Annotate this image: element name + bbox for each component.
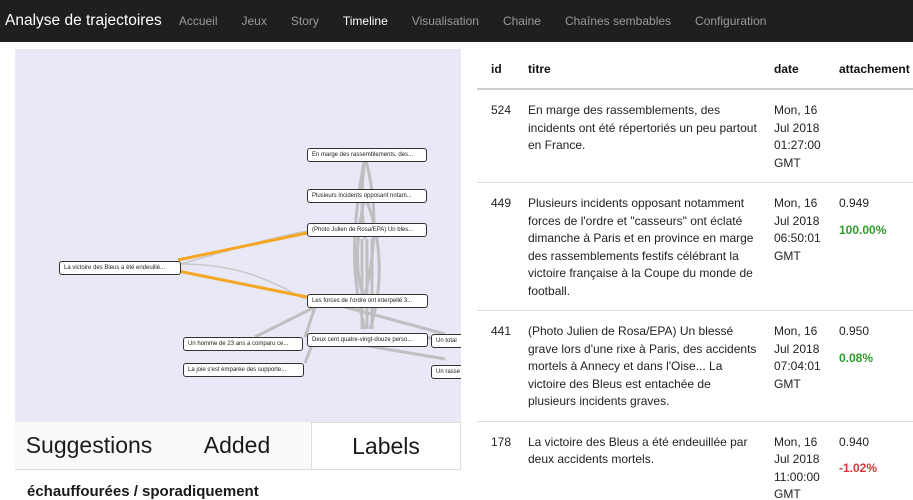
table-row[interactable]: 449 Plusieurs incidents opposant notamme…	[477, 182, 913, 311]
cell-attachement: 0.940 -1.02%	[835, 421, 913, 500]
attachment-score: 0.940	[839, 434, 870, 449]
table-header-row: id titre date attachement	[477, 49, 913, 90]
articles-table-container[interactable]: id titre date attachement 524 En marge d…	[477, 49, 913, 500]
graph-edge	[344, 305, 446, 336]
cell-titre: En marge des rassemblements, des inciden…	[514, 89, 770, 183]
cell-date: Mon, 16 Jul 2018 11:00:00 GMT	[770, 421, 835, 500]
graph-node[interactable]: La joie s'est emparée des supporte...	[183, 363, 304, 377]
cell-id: 524	[477, 89, 514, 183]
cell-id: 449	[477, 182, 514, 311]
graph-node[interactable]: (Photo Julien de Rosa/EPA) Un bles...	[307, 223, 427, 237]
cell-date: Mon, 16 Jul 2018 07:04:01 GMT	[770, 310, 835, 422]
articles-table: id titre date attachement 524 En marge d…	[477, 49, 913, 500]
graph-node[interactable]: Deux cent quatre-vingt-douze perso...	[307, 333, 428, 347]
top-navbar: Analyse de trajectoires Accueil Jeux Sto…	[0, 0, 913, 42]
trajectory-graph[interactable]: En marge des rassemblements, des... Plus…	[15, 49, 461, 422]
tab-added[interactable]: Added	[163, 422, 311, 469]
nav-item-story[interactable]: Story	[291, 14, 319, 28]
column-header-titre[interactable]: titre	[514, 49, 770, 90]
brand-title[interactable]: Analyse de trajectoires	[0, 12, 162, 30]
graph-node[interactable]: Plusieurs incidents opposant notam...	[307, 189, 427, 203]
graph-node[interactable]: Un rasse	[431, 365, 461, 379]
column-header-date[interactable]: date	[770, 49, 835, 90]
attachment-percentage: 100.00%	[839, 222, 887, 237]
attachment-score: 0.949	[839, 196, 870, 210]
graph-node[interactable]: Un total	[431, 334, 461, 348]
nav-item-chaines-sembables[interactable]: Chaînes sembables	[565, 14, 671, 28]
table-row[interactable]: 441 (Photo Julien de Rosa/EPA) Un blessé…	[477, 310, 913, 422]
cell-titre: (Photo Julien de Rosa/EPA) Un blessé gra…	[514, 310, 770, 422]
graph-node[interactable]: La victoire des Bleus a été endeuillé...	[59, 261, 181, 275]
graph-edge-highlight	[177, 269, 308, 299]
nav-item-timeline[interactable]: Timeline	[343, 14, 388, 28]
graph-node[interactable]: Un homme de 23 ans a comparu ce...	[183, 337, 303, 351]
nav-item-accueil[interactable]: Accueil	[179, 14, 218, 28]
cell-attachement	[835, 89, 913, 183]
table-row[interactable]: 524 En marge des rassemblements, des inc…	[477, 89, 913, 183]
cell-date: Mon, 16 Jul 2018 06:50:01 GMT	[770, 182, 835, 311]
attachment-percentage: 0.08%	[839, 350, 874, 365]
tab-suggestions[interactable]: Suggestions	[15, 422, 163, 469]
attachment-score: 0.950	[839, 324, 870, 338]
cell-titre: Plusieurs incidents opposant notamment f…	[514, 182, 770, 311]
nav-item-configuration[interactable]: Configuration	[695, 14, 766, 28]
cell-titre: La victoire des Bleus a été endeuillée p…	[514, 421, 770, 500]
nav-item-jeux[interactable]: Jeux	[242, 14, 267, 28]
graph-node[interactable]: En marge des rassemblements, des...	[307, 148, 427, 162]
panel-tabs: Suggestions Added Labels	[15, 422, 461, 469]
cell-date: Mon, 16 Jul 2018 01:27:00 GMT	[770, 89, 835, 183]
suggestion-heading: échauffourées / sporadiquement	[27, 483, 259, 500]
nav-item-chaine[interactable]: Chaine	[503, 14, 541, 28]
column-header-attachement[interactable]: attachement	[835, 49, 913, 90]
tabs-divider	[15, 469, 461, 470]
graph-edge-highlight	[177, 231, 308, 262]
nav-item-visualisation[interactable]: Visualisation	[412, 14, 479, 28]
cell-attachement: 0.949 100.00%	[835, 182, 913, 311]
column-header-id[interactable]: id	[477, 49, 514, 90]
cell-attachement: 0.950 0.08%	[835, 310, 913, 422]
tab-labels[interactable]: Labels	[311, 422, 461, 469]
attachment-percentage: -1.02%	[839, 461, 878, 475]
cell-id: 441	[477, 310, 514, 422]
graph-node[interactable]: Les forces de l'ordre ont interpellé 3..…	[307, 294, 428, 308]
table-row[interactable]: 178 La victoire des Bleus a été endeuill…	[477, 421, 913, 500]
cell-id: 178	[477, 421, 514, 500]
